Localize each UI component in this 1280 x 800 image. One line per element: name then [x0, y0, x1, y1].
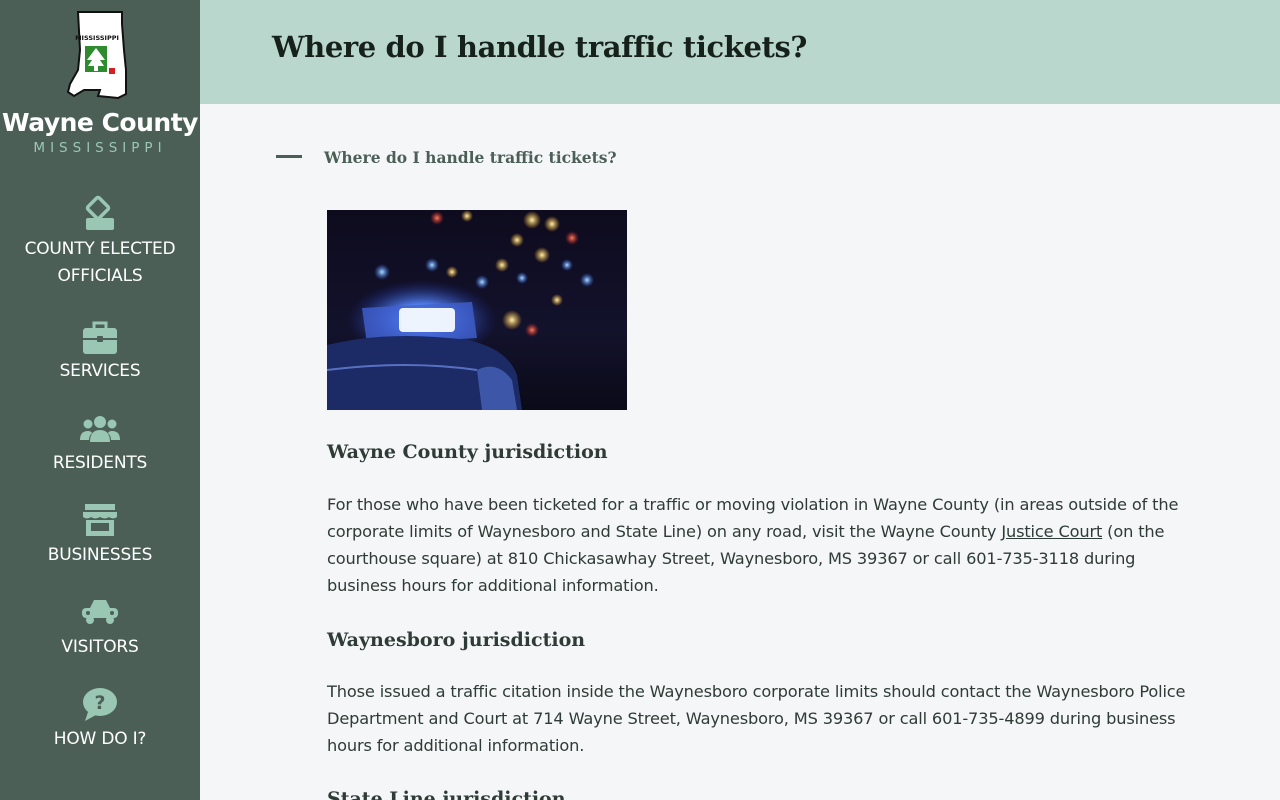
sidebar: MISSISSIPPI Wayne County MISSISSIPPI COU…: [0, 0, 200, 800]
nav-county-elected-officials[interactable]: COUNTY ELECTED OFFICIALS: [0, 194, 200, 290]
section-heading: State Line jurisdiction: [327, 788, 566, 800]
svg-text:?: ?: [94, 692, 105, 714]
police-car-night-image: [327, 210, 627, 410]
nav-businesses[interactable]: BUSINESSES: [0, 502, 200, 569]
nav-label: SERVICES: [59, 361, 141, 381]
question-chat-icon: ?: [83, 688, 117, 721]
justice-court-link[interactable]: Justice Court: [1001, 522, 1102, 541]
nav-label: BUSINESSES: [47, 545, 153, 565]
store-icon: [83, 504, 117, 536]
section-heading: Waynesboro jurisdiction: [327, 629, 586, 651]
nav-how-do-i[interactable]: ? HOW DO I?: [0, 686, 200, 753]
accordion-collapse-icon[interactable]: [276, 155, 302, 158]
section-paragraph: For those who have been ticketed for a t…: [327, 491, 1187, 599]
briefcase-icon: [83, 321, 117, 354]
users-icon: [80, 416, 120, 442]
accordion-title[interactable]: Where do I handle traffic tickets?: [324, 148, 617, 167]
nav-services[interactable]: SERVICES: [0, 318, 200, 385]
page-header: Where do I handle traffic tickets?: [200, 0, 1280, 104]
section-heading: Wayne County jurisdiction: [327, 441, 608, 463]
logo-state-text: MISSISSIPPI: [75, 34, 119, 42]
section-paragraph: Those issued a traffic citation inside t…: [327, 682, 1186, 755]
nav-visitors[interactable]: VISITORS: [0, 594, 200, 661]
nav-label: HOW DO I?: [53, 729, 147, 749]
nav-label: VISITORS: [61, 637, 139, 657]
brand-block: Wayne County MISSISSIPPI: [0, 108, 200, 156]
ballot-box-icon: [85, 195, 114, 230]
brand-name: Wayne County: [2, 108, 198, 137]
car-icon: [82, 600, 118, 624]
page-title: Where do I handle traffic tickets?: [272, 30, 808, 64]
main-content: Where do I handle traffic tickets? Wayne…: [200, 104, 1280, 800]
brand-state: MISSISSIPPI: [33, 140, 167, 156]
nav-residents[interactable]: RESIDENTS: [0, 410, 200, 477]
wayne-county-logo[interactable]: MISSISSIPPI: [64, 10, 136, 102]
nav-label: COUNTY ELECTED OFFICIALS: [24, 239, 176, 286]
nav-label: RESIDENTS: [52, 453, 148, 473]
